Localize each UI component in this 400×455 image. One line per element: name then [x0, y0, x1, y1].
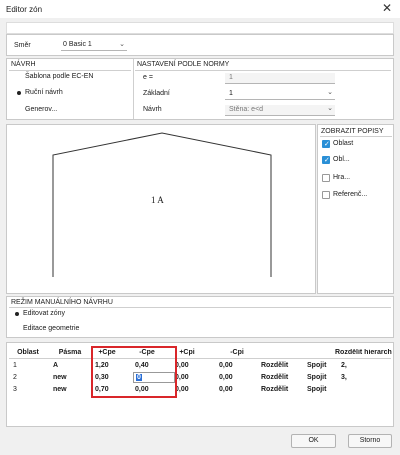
smer-label: Směr: [14, 42, 31, 49]
table-row[interactable]: 1 A 1,20 0,40 0,00 0,00 Rozdělit Spojit …: [7, 360, 393, 372]
cell-mcpi[interactable]: 0,00: [219, 386, 233, 393]
cpe-highlight-box: [91, 346, 177, 398]
checkbox-icon: [322, 191, 330, 199]
navrh-divider: [9, 70, 131, 71]
cell-hierarchy: 2,: [341, 362, 347, 369]
norma-divider: [135, 70, 391, 71]
table-row[interactable]: 2 new 0,30 0 0,00 0,00 Rozdělit Spojit 3…: [7, 372, 393, 384]
cell-pasma[interactable]: A: [53, 362, 58, 369]
column-header: Rozdělit hierarch: [335, 349, 392, 356]
smer-value: 0 Basic 1: [63, 41, 92, 48]
rezim-divider: [9, 307, 391, 308]
navrh-label: Návrh: [143, 106, 162, 113]
wall-outline: [52, 132, 272, 277]
building-outline: [52, 132, 272, 277]
option-rucni[interactable]: Ruční návrh: [15, 88, 125, 99]
radio-icon: [17, 108, 21, 112]
checkbox-checked-icon: [322, 140, 330, 148]
split-button[interactable]: Rozdělit: [261, 362, 288, 369]
cell-pcpi[interactable]: 0,00: [175, 386, 189, 393]
window-title: Editor zón: [6, 5, 43, 14]
navrh-select[interactable]: Stěna: e<d ⌄: [225, 105, 335, 116]
checkbox-checked-icon: [322, 156, 330, 164]
close-icon[interactable]: ✕: [380, 1, 394, 15]
navrh-panel: NÁVRH Šablona podle EC-EN Ruční návrh Ge…: [6, 58, 394, 120]
split-button[interactable]: Rozdělit: [261, 374, 288, 381]
chevron-down-icon: ⌄: [327, 105, 333, 112]
cell-pcpi[interactable]: 0,00: [175, 374, 189, 381]
cell-mcpi[interactable]: 0,00: [219, 374, 233, 381]
column-header: Pásma: [58, 349, 82, 356]
radio-selected-icon: [17, 91, 21, 95]
checkbox-label: Referenč...: [333, 191, 368, 198]
checkbox-label: Obl...: [333, 156, 350, 163]
chevron-down-icon: ⌄: [119, 41, 125, 48]
cell-hierarchy: 3,: [341, 374, 347, 381]
column-divider: [133, 59, 134, 119]
cell-pasma[interactable]: new: [53, 374, 67, 381]
radio-icon: [17, 75, 21, 79]
zakladni-select[interactable]: 1 ⌄: [225, 89, 335, 100]
option-label: Ruční návrh: [25, 89, 63, 96]
header-divider: [9, 358, 391, 359]
zone-label: 1 A: [151, 195, 164, 205]
select-underline: [61, 50, 127, 51]
merge-button[interactable]: Spojit: [307, 374, 326, 381]
option-editovat-zony[interactable]: Editovat zóny: [13, 309, 133, 319]
zakladni-label: Základní: [143, 90, 170, 97]
radio-selected-icon: [15, 312, 19, 316]
e-label: e =: [143, 74, 153, 81]
option-editace-geometrie[interactable]: Editace geometrie: [13, 324, 133, 334]
checkbox-obl[interactable]: Obl...: [322, 155, 392, 165]
checkbox-label: Hra...: [333, 174, 351, 181]
popisy-header: ZOBRAZIT POPISY: [321, 128, 384, 135]
checkbox-label: Oblast: [333, 140, 354, 147]
table-row[interactable]: 3 new 0,70 0,00 0,00 0,00 Rozdělit Spoji…: [7, 384, 393, 396]
title-bar: Editor zón ✕: [0, 0, 400, 18]
column-header: Oblast: [17, 349, 39, 356]
merge-button[interactable]: Spojit: [307, 386, 326, 393]
zones-table: Oblast Pásma +Cpe -Cpe +Cpi -Cpi Rozděli…: [6, 342, 394, 427]
cancel-button[interactable]: Storno: [348, 434, 392, 448]
cell-oblast: 1: [13, 362, 17, 369]
preview-canvas[interactable]: 1 A: [6, 124, 316, 294]
radio-icon: [15, 327, 19, 331]
cell-oblast: 3: [13, 386, 17, 393]
split-button[interactable]: Rozdělit: [261, 386, 288, 393]
smer-select[interactable]: 0 Basic 1 ⌄: [61, 39, 127, 51]
checkbox-referenc[interactable]: Referenč...: [322, 190, 392, 200]
cell-oblast: 2: [13, 374, 17, 381]
cell-mcpi[interactable]: 0,00: [219, 362, 233, 369]
option-label: Generov...: [25, 106, 58, 113]
option-label: Editace geometrie: [23, 325, 80, 332]
toolbar-strip: [6, 22, 394, 34]
cell-pcpi[interactable]: 0,00: [175, 362, 189, 369]
rezim-header: REŽIM MANUÁLNÍHO NÁVRHU: [11, 299, 113, 306]
checkbox-oblast[interactable]: Oblast: [322, 139, 392, 149]
navrh-value: Stěna: e<d: [229, 106, 264, 113]
cell-pasma[interactable]: new: [53, 386, 67, 393]
option-generov[interactable]: Generov...: [15, 105, 125, 116]
option-sablona[interactable]: Šablona podle EC-EN: [15, 72, 125, 83]
zakladni-value: 1: [229, 90, 233, 97]
e-input[interactable]: 1: [225, 73, 335, 84]
rezim-panel: REŽIM MANUÁLNÍHO NÁVRHU Editovat zóny Ed…: [6, 296, 394, 338]
column-header: +Cpi: [179, 349, 195, 356]
option-label: Šablona podle EC-EN: [25, 73, 94, 80]
smer-row: Směr 0 Basic 1 ⌄: [6, 34, 394, 56]
popisy-panel: ZOBRAZIT POPISY Oblast Obl... Hra... Ref…: [317, 124, 394, 294]
popisy-divider: [320, 136, 392, 137]
checkbox-hra[interactable]: Hra...: [322, 173, 392, 183]
option-label: Editovat zóny: [23, 310, 66, 317]
merge-button[interactable]: Spojit: [307, 362, 326, 369]
navrh-header: NÁVRH: [11, 61, 36, 68]
ok-button[interactable]: OK: [291, 434, 336, 448]
column-header: -Cpi: [230, 349, 244, 356]
norma-header: NASTAVENÍ PODLE NORMY: [137, 61, 230, 68]
checkbox-icon: [322, 174, 330, 182]
chevron-down-icon: ⌄: [327, 89, 333, 96]
